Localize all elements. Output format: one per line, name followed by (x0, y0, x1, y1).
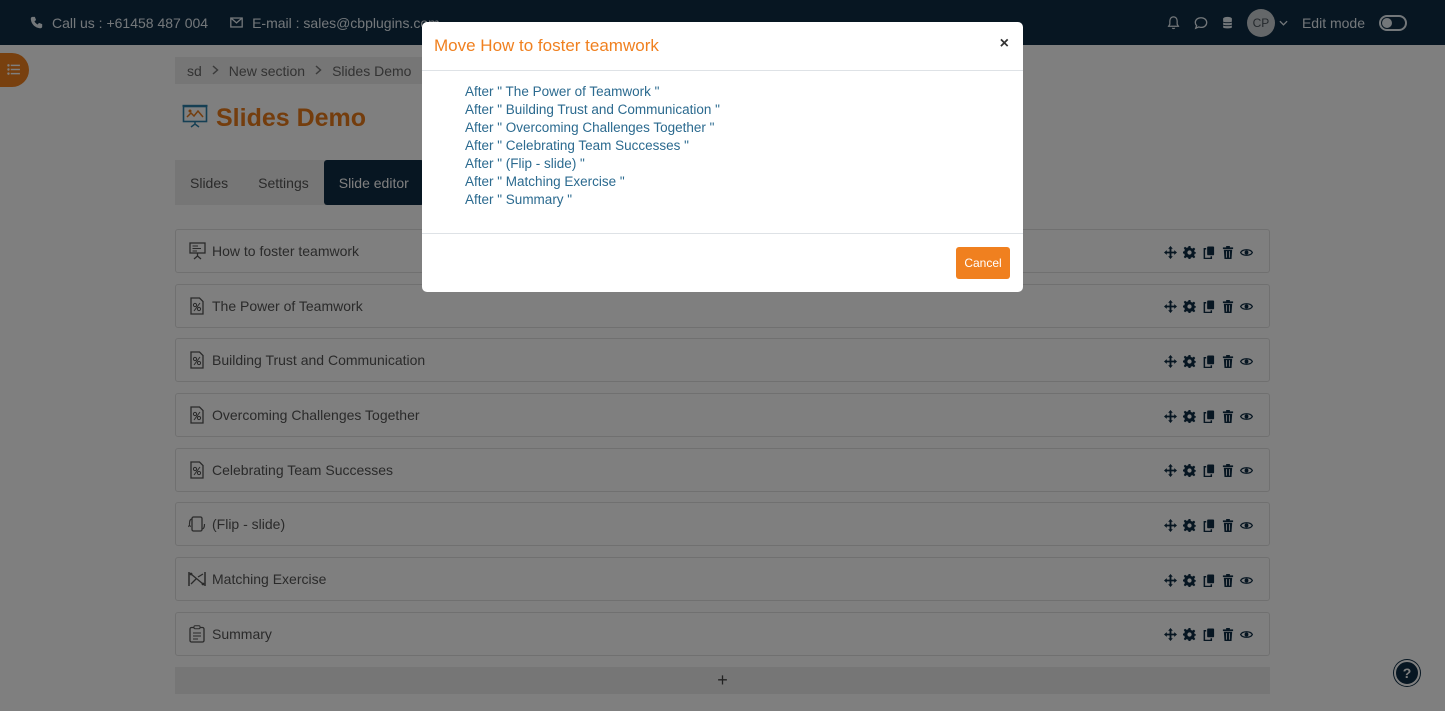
move-option[interactable]: After " Building Trust and Communication… (465, 101, 1023, 119)
move-option[interactable]: After " Summary " (465, 191, 1023, 209)
modal-title: Move How to foster teamwork (434, 36, 659, 55)
modal-body: After " The Power of Teamwork " After " … (422, 71, 1023, 234)
move-option[interactable]: After " The Power of Teamwork " (465, 83, 1023, 101)
close-icon[interactable]: × (1000, 35, 1009, 53)
modal-header: Move How to foster teamwork × (422, 22, 1023, 71)
move-option[interactable]: After " Celebrating Team Successes " (465, 137, 1023, 155)
move-slide-dialog: Move How to foster teamwork × After " Th… (422, 22, 1023, 292)
modal-footer: Cancel (422, 234, 1023, 291)
move-option[interactable]: After " Overcoming Challenges Together " (465, 119, 1023, 137)
move-option[interactable]: After " Matching Exercise " (465, 173, 1023, 191)
cancel-button[interactable]: Cancel (956, 247, 1010, 279)
move-option[interactable]: After " (Flip - slide) " (465, 155, 1023, 173)
